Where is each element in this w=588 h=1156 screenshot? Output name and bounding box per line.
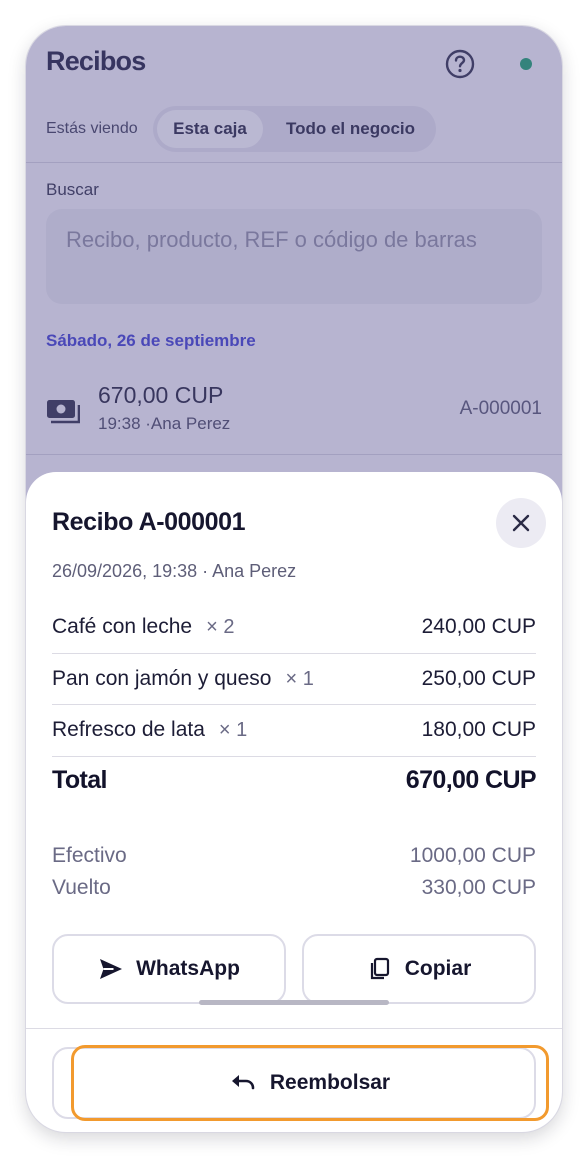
item-price: 250,00 CUP	[421, 666, 536, 690]
item-price: 240,00 CUP	[421, 615, 536, 639]
refund-button[interactable]: Reembolsar	[71, 1045, 549, 1121]
receipt-detail-sheet: Recibo A-000001 26/09/2026, 19:38 · Ana …	[26, 472, 562, 1132]
total-row: Total 670,00 CUP	[52, 766, 537, 795]
cash-label: Efectivo	[52, 844, 127, 867]
change-row: Vuelto 330,00 CUP	[52, 876, 536, 900]
item-price: 180,00 CUP	[421, 718, 536, 742]
whatsapp-label: WhatsApp	[136, 957, 240, 980]
line-item: Café con leche × 2 240,00 CUP	[52, 602, 536, 654]
line-item: Pan con jamón y queso × 1 250,00 CUP	[52, 654, 536, 705]
close-icon	[512, 514, 530, 532]
send-icon	[100, 959, 123, 979]
item-name: Café con leche	[52, 615, 193, 639]
item-qty: × 2	[206, 616, 235, 639]
copy-label: Copiar	[404, 957, 472, 980]
divider	[26, 1028, 562, 1029]
undo-icon	[231, 1075, 255, 1090]
line-item: Refresco de lata × 1 180,00 CUP	[52, 705, 536, 757]
cash-value: 1000,00 CUP	[409, 844, 536, 867]
phone-frame: Recibos Estás viendo Esta caja Todo el n…	[26, 26, 562, 1132]
change-value: 330,00 CUP	[421, 876, 536, 899]
item-name: Refresco de lata	[52, 718, 205, 742]
item-name: Pan con jamón y queso	[52, 666, 272, 690]
sheet-title: Recibo A-000001	[52, 508, 246, 536]
item-qty: × 1	[285, 667, 314, 690]
item-qty: × 1	[218, 719, 248, 742]
home-indicator	[199, 1000, 389, 1005]
cash-row: Efectivo 1000,00 CUP	[52, 844, 536, 868]
close-button[interactable]	[496, 498, 546, 548]
whatsapp-button[interactable]: WhatsApp	[52, 934, 286, 1004]
change-label: Vuelto	[52, 876, 111, 899]
receipt-items: Café con leche × 2 240,00 CUP Pan con jam…	[52, 602, 536, 757]
total-value: 670,00 CUP	[405, 766, 537, 794]
copy-button[interactable]: Copiar	[302, 934, 536, 1004]
copy-icon	[370, 957, 389, 980]
receipt-meta: 26/09/2026, 19:38 · Ana Perez	[52, 561, 297, 581]
total-label: Total	[52, 766, 107, 794]
refund-label: Reembolsar	[269, 1071, 391, 1094]
